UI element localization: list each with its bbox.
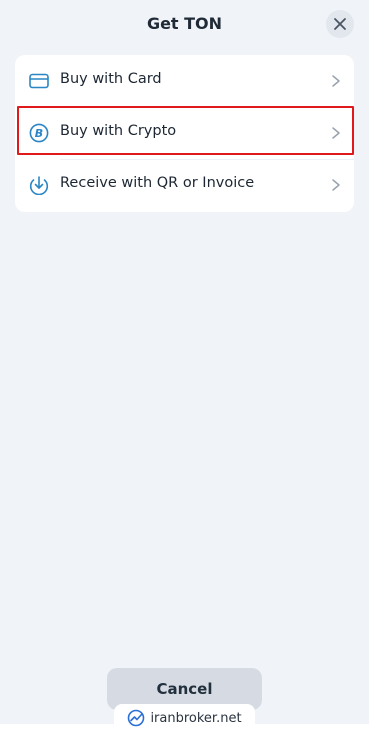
chevron-right-icon <box>332 179 340 191</box>
option-label: Buy with Crypto <box>60 123 177 139</box>
watermark: iranbroker.net <box>114 704 255 732</box>
credit-card-icon <box>28 70 50 92</box>
close-button[interactable] <box>326 10 354 38</box>
option-label: Buy with Card <box>60 71 162 87</box>
svg-text:B: B <box>35 127 43 140</box>
chevron-right-icon <box>332 127 340 139</box>
options-card: Buy with Card B Buy with Crypto Receive … <box>15 55 354 212</box>
close-icon <box>334 18 346 30</box>
page-title: Get TON <box>146 14 223 33</box>
trend-logo-icon <box>128 709 145 727</box>
download-circle-icon <box>28 174 50 196</box>
option-label: Receive with QR or Invoice <box>60 175 255 191</box>
chevron-right-icon <box>332 75 340 87</box>
crypto-coin-icon: B <box>28 122 50 144</box>
watermark-text: iranbroker.net <box>150 710 242 726</box>
modal-header: Get TON <box>0 0 369 50</box>
option-buy-with-crypto[interactable]: B Buy with Crypto <box>15 107 354 159</box>
option-buy-with-card[interactable]: Buy with Card <box>15 55 354 107</box>
option-receive-qr-invoice[interactable]: Receive with QR or Invoice <box>15 159 354 211</box>
